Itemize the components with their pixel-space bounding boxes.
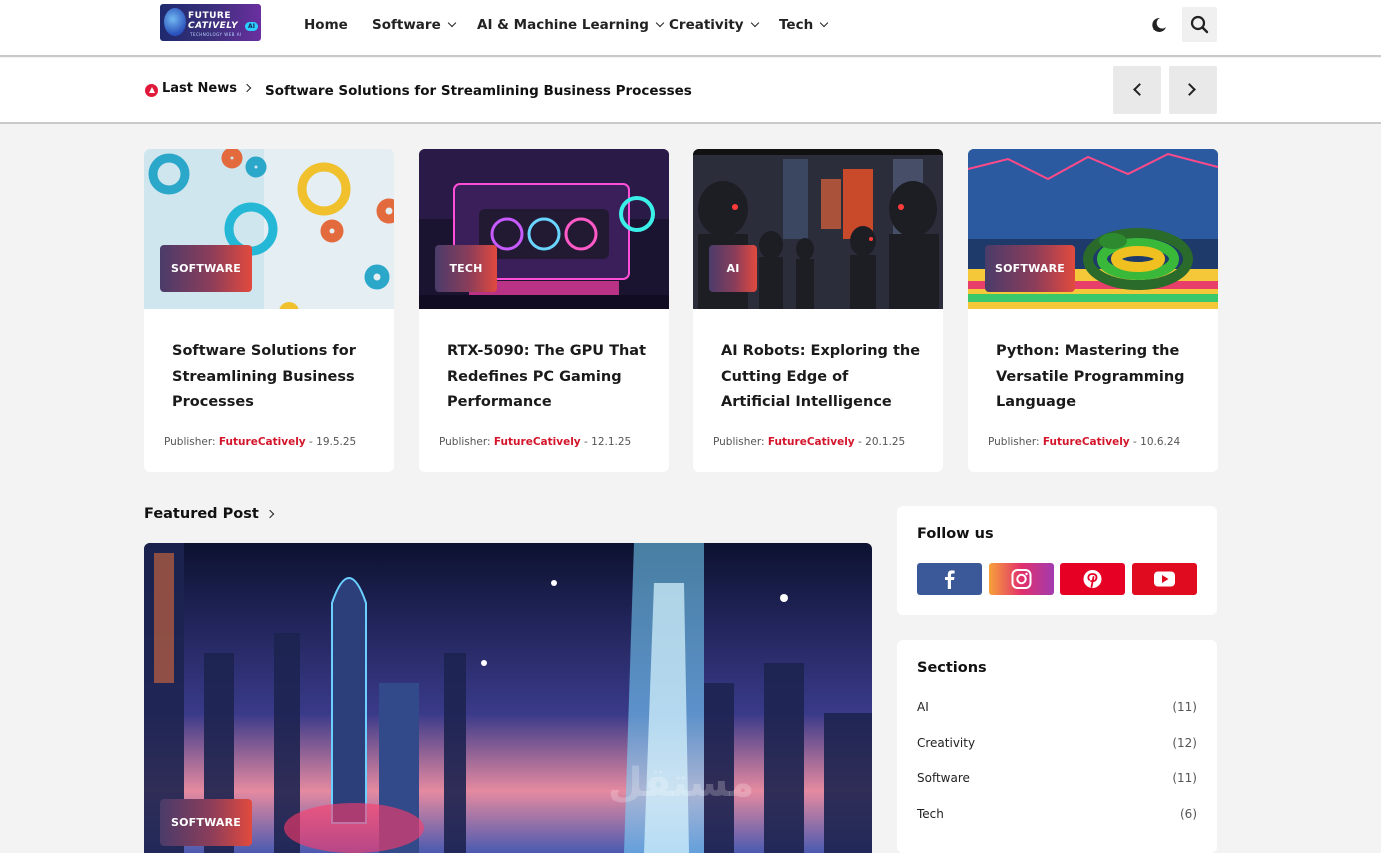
section-item-software[interactable]: Software (11) [917,771,1197,785]
post-date: 10.6.24 [1140,436,1181,448]
brain-icon [164,8,186,36]
nav-home[interactable]: Home [304,16,348,34]
featured-post-label: Featured Post [144,506,259,522]
section-count: (12) [1172,736,1197,750]
chevron-right-icon [1183,83,1196,96]
section-count: (11) [1172,771,1197,785]
alert-icon [145,84,158,97]
post-thumbnail-gears[interactable]: SOFTWARE [144,149,394,309]
chevron-down-icon [819,18,829,28]
post-card[interactable]: TECH RTX-5090: The GPU That Redefines PC… [419,149,669,472]
nav-ai-label: AI & Machine Learning [477,17,649,33]
watermark: مستقل [608,760,755,806]
nav-creativity[interactable]: Creativity [669,16,759,34]
chevron-down-icon [447,18,456,28]
site-logo[interactable]: FUTURE CATIVELY TECHNOLOGY WEB AI AI [160,4,261,41]
post-title[interactable]: Software Solutions for Streamlining Busi… [172,339,372,416]
nav-tech[interactable]: Tech [779,16,829,34]
publisher-label: Publisher: [713,436,765,448]
section-item-ai[interactable]: AI (11) [917,700,1197,714]
nav-tech-label: Tech [779,17,814,33]
youtube-button[interactable] [1132,563,1197,595]
logo-line-1: FUTURE [188,11,231,21]
last-news-label: Last News [162,81,237,96]
last-news-link[interactable]: Last News [162,81,251,96]
site-header: FUTURE CATIVELY TECHNOLOGY WEB AI AI Hom… [0,0,1381,57]
post-date: 20.1.25 [865,436,906,448]
section-item-tech[interactable]: Tech (6) [917,807,1197,821]
publisher-label: Publisher: [439,436,491,448]
section-item-creativity[interactable]: Creativity (12) [917,736,1197,750]
logo-ai-badge: AI [245,22,258,31]
category-badge[interactable]: TECH [435,245,497,292]
section-label: AI [917,700,929,714]
nav-creativity-label: Creativity [669,17,744,33]
post-meta: Publisher: FutureCatively - 12.1.25 [439,436,631,448]
nav-software-label: Software [372,17,441,33]
post-title[interactable]: RTX-5090: The GPU That Redefines PC Gami… [447,339,647,416]
widget-title: Follow us [917,526,994,542]
section-label: Software [917,771,970,785]
featured-post-image[interactable]: SOFTWARE [144,543,872,853]
ticker-prev-button[interactable] [1113,66,1161,114]
ticker-headline[interactable]: Software Solutions for Streamlining Busi… [265,83,692,99]
post-card[interactable]: SOFTWARE Python: Mastering the Versatile… [968,149,1218,472]
publisher-link[interactable]: FutureCatively [219,436,306,448]
section-label: Tech [917,807,944,821]
category-badge[interactable]: SOFTWARE [985,245,1075,292]
nav-ai-machine-learning[interactable]: AI & Machine Learning [477,16,665,34]
nav-software[interactable]: Software [372,16,456,34]
chevron-right-icon [265,509,275,519]
publisher-label: Publisher: [164,436,216,448]
youtube-icon [1154,571,1175,587]
facebook-icon [945,570,955,589]
publisher-link[interactable]: FutureCatively [494,436,581,448]
chevron-down-icon [655,18,665,28]
post-title[interactable]: Python: Mastering the Versatile Programm… [996,339,1196,416]
logo-line-2: CATIVELY [188,21,239,31]
facebook-button[interactable] [917,563,982,595]
logo-tagline: TECHNOLOGY WEB AI [190,32,242,37]
category-badge[interactable]: AI [709,245,757,292]
pinterest-icon [1083,570,1102,588]
post-card[interactable]: SOFTWARE Software Solutions for Streamli… [144,149,394,472]
featured-post-heading[interactable]: Featured Post [144,506,275,522]
pinterest-button[interactable] [1060,563,1125,595]
moon-icon [1152,17,1166,32]
instagram-button[interactable] [989,563,1054,595]
instagram-icon [1011,569,1032,589]
publisher-link[interactable]: FutureCatively [1043,436,1130,448]
post-card[interactable]: AI AI Robots: Exploring the Cutting Edge… [693,149,943,472]
section-count: (11) [1172,700,1197,714]
category-badge[interactable]: SOFTWARE [160,245,252,292]
publisher-link[interactable]: FutureCatively [768,436,855,448]
publisher-label: Publisher: [988,436,1040,448]
search-icon [1190,15,1209,34]
dark-mode-toggle[interactable] [1149,15,1169,35]
chevron-right-icon [242,83,251,93]
post-thumbnail-gpu[interactable]: TECH [419,149,669,309]
post-date: 19.5.25 [316,436,357,448]
post-meta: Publisher: FutureCatively - 10.6.24 [988,436,1180,448]
section-count: (6) [1180,807,1197,821]
post-thumbnail-python[interactable]: SOFTWARE [968,149,1218,309]
follow-us-widget: Follow us [897,506,1217,615]
chevron-left-icon [1133,83,1146,96]
post-title[interactable]: AI Robots: Exploring the Cutting Edge of… [721,339,921,416]
category-badge[interactable]: SOFTWARE [160,799,252,846]
post-date: 12.1.25 [591,436,632,448]
section-label: Creativity [917,736,976,750]
news-ticker-bar: Last News Software Solutions for Streaml… [0,58,1381,124]
ticker-next-button[interactable] [1169,66,1217,114]
chevron-down-icon [750,18,759,28]
nav-home-label: Home [304,17,348,33]
sections-widget: Sections AI (11) Creativity (12) Softwar… [897,640,1217,853]
widget-title: Sections [917,660,987,676]
post-thumbnail-robots[interactable]: AI [693,149,943,309]
post-meta: Publisher: FutureCatively - 20.1.25 [713,436,905,448]
search-button[interactable] [1182,7,1217,42]
post-meta: Publisher: FutureCatively - 19.5.25 [164,436,356,448]
